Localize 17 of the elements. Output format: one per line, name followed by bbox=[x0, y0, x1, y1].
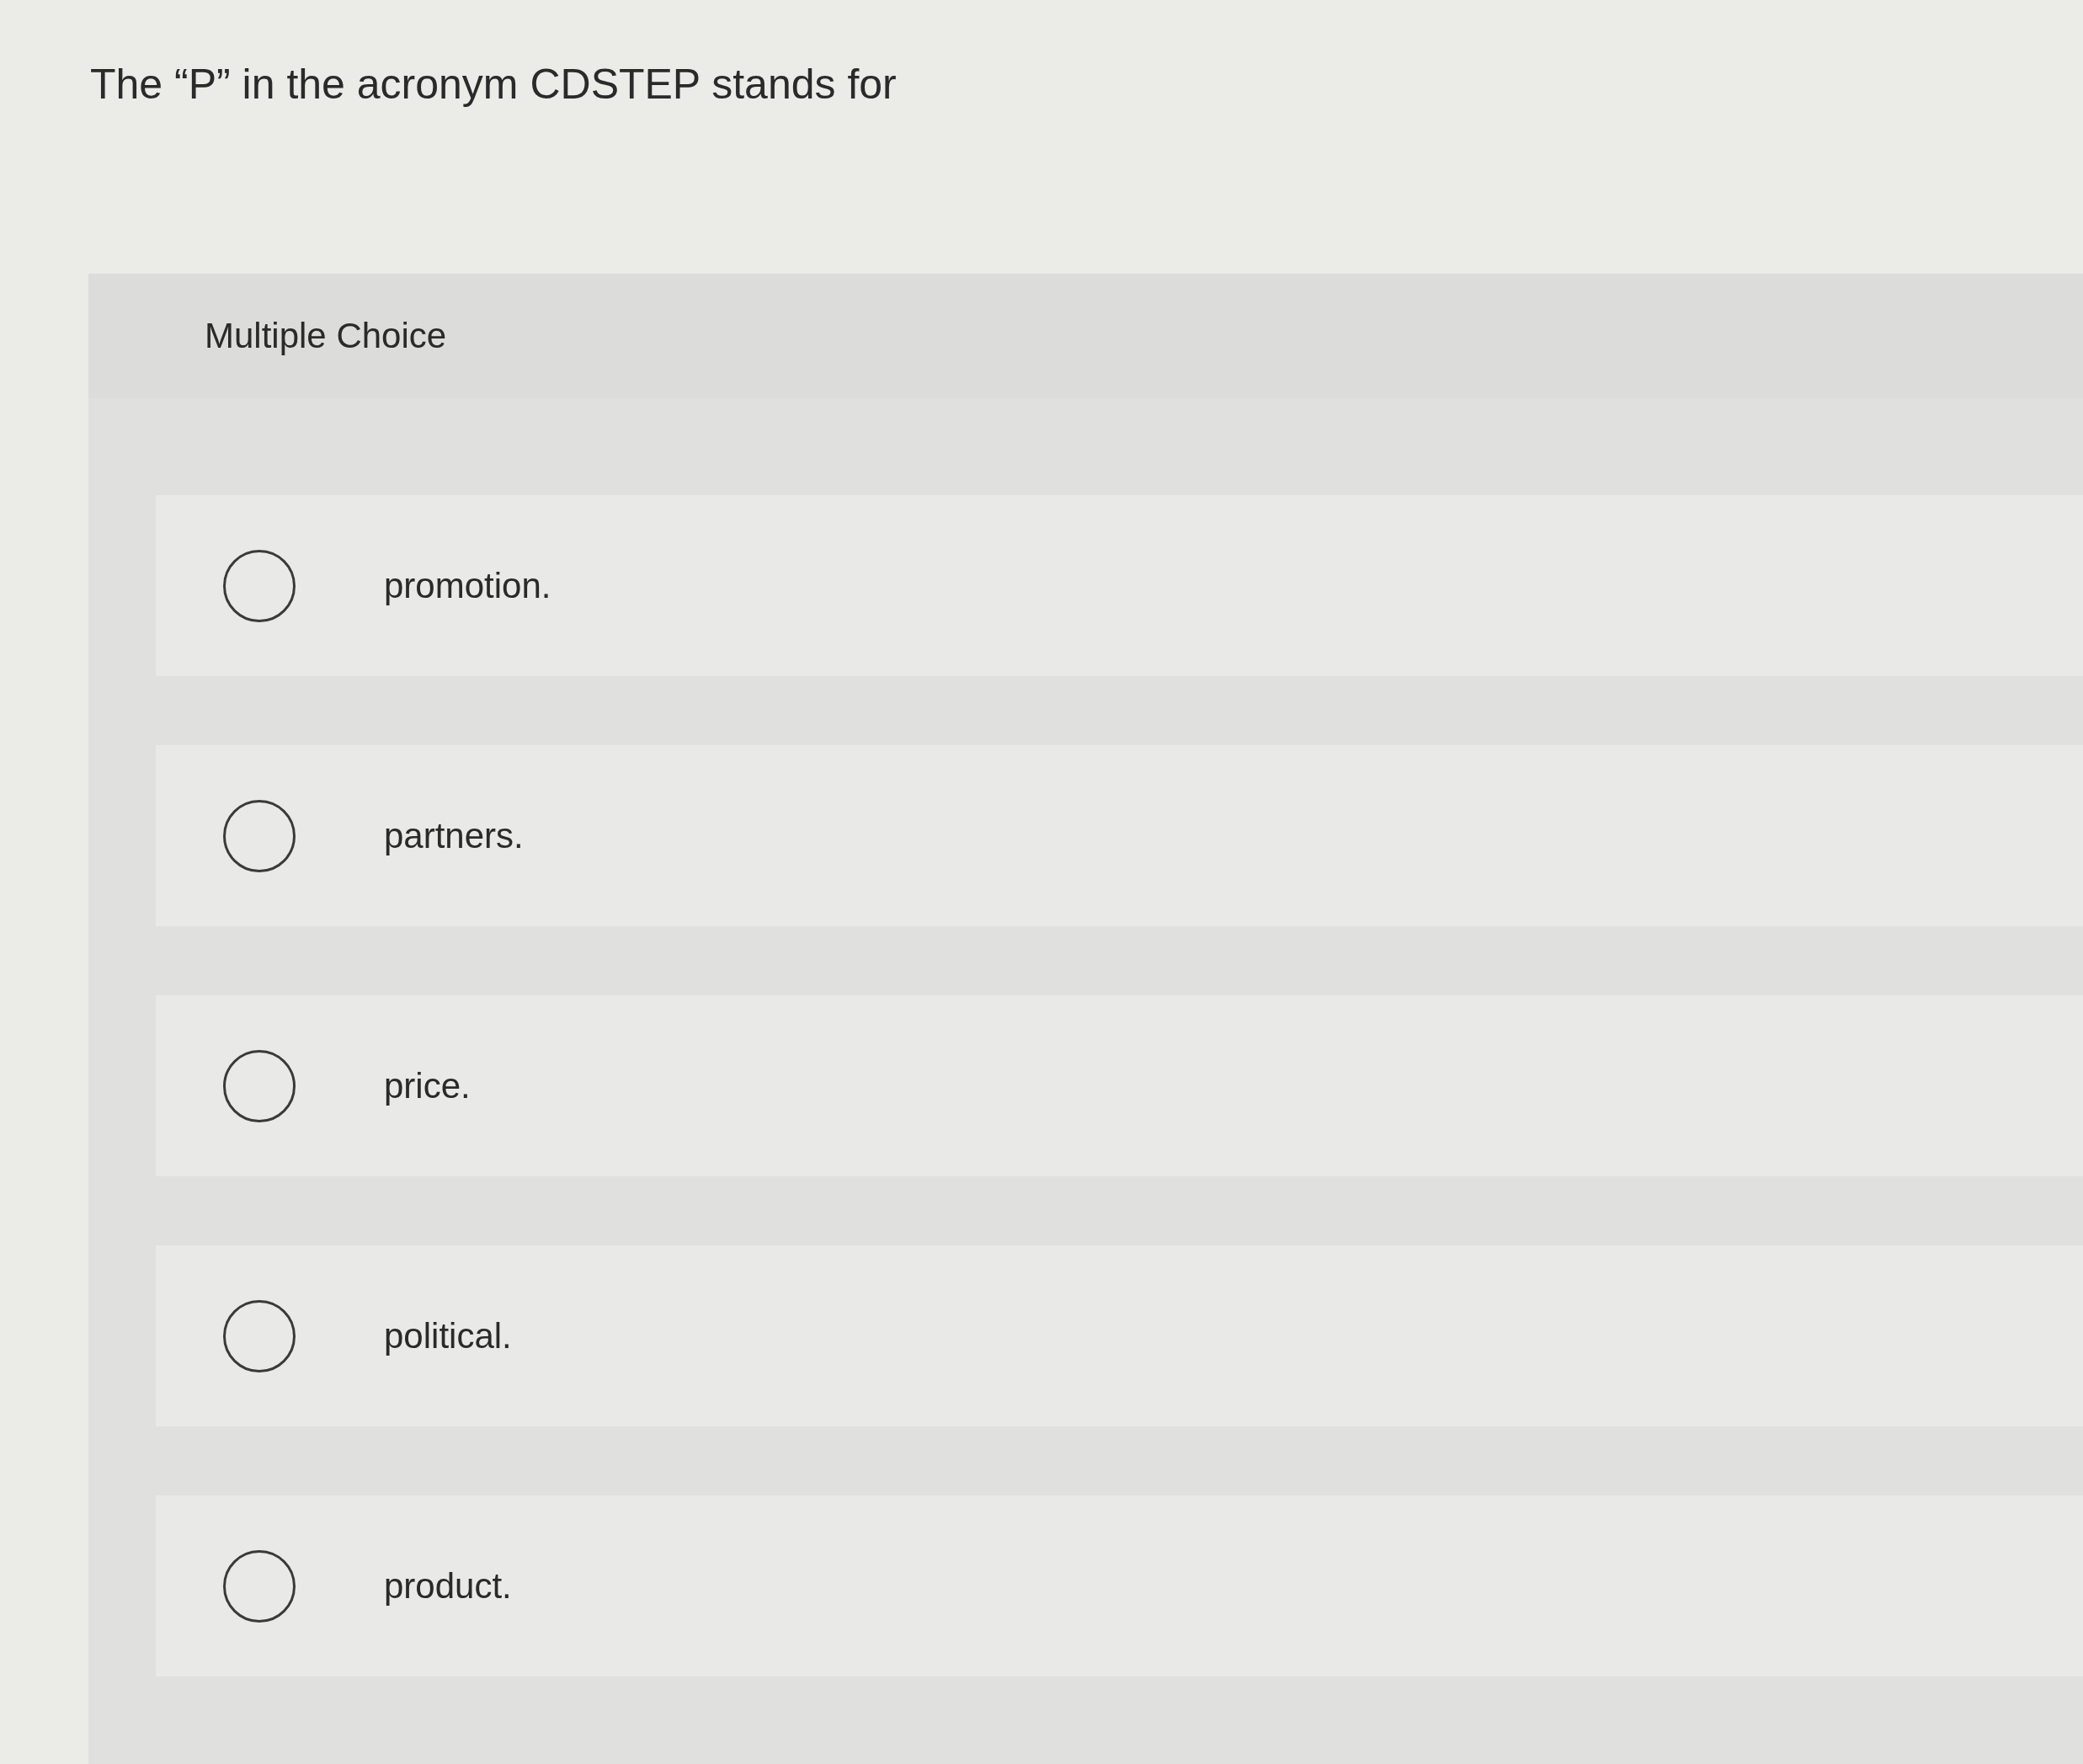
option-label: product. bbox=[384, 1565, 512, 1607]
radio-button[interactable] bbox=[223, 1549, 296, 1623]
question-text: The “P” in the acronym CDSTEP stands for bbox=[90, 60, 898, 109]
question-type-label: Multiple Choice bbox=[205, 316, 447, 356]
option-label: political. bbox=[384, 1315, 512, 1356]
radio-button[interactable] bbox=[223, 1299, 296, 1372]
option-label: partners. bbox=[384, 815, 524, 856]
radio-button[interactable] bbox=[223, 799, 296, 872]
answer-option[interactable]: price. bbox=[156, 995, 2083, 1176]
answer-option[interactable]: partners. bbox=[156, 745, 2083, 926]
option-label: promotion. bbox=[384, 565, 551, 606]
answer-option[interactable]: product. bbox=[156, 1495, 2083, 1676]
radio-button[interactable] bbox=[223, 549, 296, 622]
option-label: price. bbox=[384, 1065, 471, 1106]
answer-option[interactable]: political. bbox=[156, 1245, 2083, 1426]
answer-option[interactable]: promotion. bbox=[156, 495, 2083, 676]
radio-button[interactable] bbox=[223, 1049, 296, 1122]
